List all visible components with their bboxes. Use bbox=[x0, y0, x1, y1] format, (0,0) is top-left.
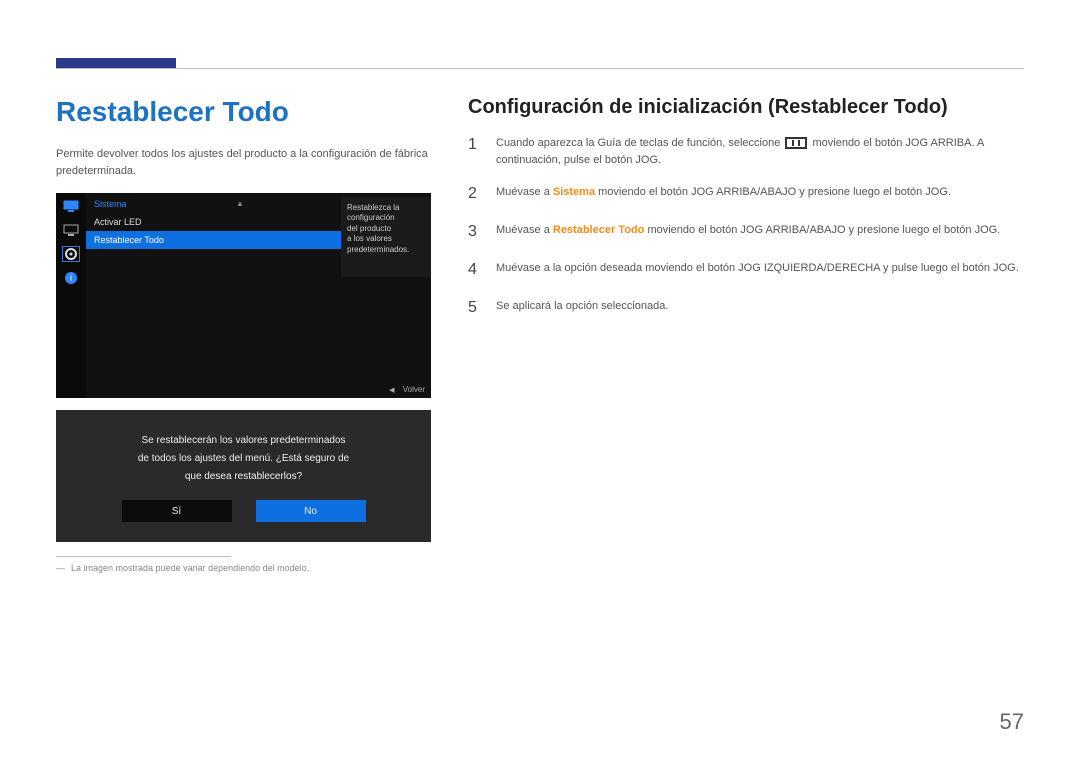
footnote-text: La imagen mostrada puede variar dependie… bbox=[71, 563, 309, 573]
left-column: Restablecer Todo Permite devolver todos … bbox=[56, 96, 436, 573]
footnote-rule bbox=[56, 556, 231, 557]
msg-line: que desea restablecerlos? bbox=[185, 471, 302, 482]
osd-footer: ◀ Volver bbox=[389, 385, 425, 394]
step-text-part: moviendo el botón JOG ARRIBA/ABAJO y pre… bbox=[647, 224, 1000, 236]
step-text-part: Muévase a bbox=[496, 224, 550, 236]
step-text-part: moviendo el botón JOG ARRIBA/ABAJO y pre… bbox=[598, 186, 951, 198]
osd-confirm-buttons: Sí No bbox=[76, 500, 411, 522]
osd-desc-line: Restablezca la bbox=[347, 203, 425, 213]
step-text: Muévase a la opción deseada moviendo el … bbox=[496, 258, 1024, 282]
osd-back-label: Volver bbox=[403, 385, 425, 394]
steps-list: 1 Cuando aparezca la Guía de teclas de f… bbox=[468, 133, 1024, 320]
step-3: 3 Muévase a Restablecer Todo moviendo el… bbox=[468, 220, 1024, 244]
step-text-part: Muévase a bbox=[496, 186, 550, 198]
step-4: 4 Muévase a la opción deseada moviendo e… bbox=[468, 258, 1024, 282]
two-column-layout: Restablecer Todo Permite devolver todos … bbox=[56, 96, 1024, 573]
footnote-dash: ― bbox=[56, 563, 65, 573]
step-number: 2 bbox=[468, 182, 482, 206]
osd-description-panel: Restablezca la configuración del product… bbox=[341, 197, 431, 277]
osd-sidebar: i bbox=[56, 193, 86, 398]
gear-icon bbox=[63, 247, 79, 261]
header-rule bbox=[56, 68, 1024, 69]
right-column: Configuración de inicialización (Restabl… bbox=[468, 96, 1024, 573]
step-text: Se aplicará la opción seleccionada. bbox=[496, 296, 1024, 320]
section-heading: Restablecer Todo bbox=[56, 96, 436, 128]
osd-confirm-dialog: Se restablecerán los valores predetermin… bbox=[56, 410, 431, 542]
step-number: 5 bbox=[468, 296, 482, 320]
msg-line: de todos los ajustes del menú. ¿Está seg… bbox=[138, 453, 349, 464]
header-accent-bar bbox=[56, 58, 176, 68]
step-2: 2 Muévase a Sistema moviendo el botón JO… bbox=[468, 182, 1024, 206]
info-icon: i bbox=[63, 271, 79, 285]
step-text: Muévase a Restablecer Todo moviendo el b… bbox=[496, 220, 1024, 244]
osd-row-label: Activar LED bbox=[94, 217, 358, 227]
osd-menu-screenshot: i ▲ Sistema Activar LED Modo de espera R… bbox=[56, 193, 431, 398]
back-arrow-icon: ◀ bbox=[389, 387, 394, 394]
msg-line: Se restablecerán los valores predetermin… bbox=[142, 435, 346, 446]
scroll-up-icon: ▲ bbox=[236, 199, 244, 208]
step-text: Muévase a Sistema moviendo el botón JOG … bbox=[496, 182, 1024, 206]
osd-confirm-message: Se restablecerán los valores predetermin… bbox=[76, 432, 411, 486]
svg-text:i: i bbox=[70, 273, 72, 283]
osd-main-panel: ▲ Sistema Activar LED Modo de espera Res… bbox=[86, 193, 431, 398]
monitor-icon bbox=[63, 199, 79, 213]
intro-paragraph: Permite devolver todos los ajustes del p… bbox=[56, 146, 436, 179]
footnote: ― La imagen mostrada puede variar dependi… bbox=[56, 563, 436, 573]
step-number: 3 bbox=[468, 220, 482, 244]
keyword-restablecer-todo: Restablecer Todo bbox=[553, 224, 645, 236]
subsection-heading: Configuración de inicialización (Restabl… bbox=[468, 96, 1024, 119]
page-number: 57 bbox=[1000, 709, 1024, 735]
osd-desc-line: configuración bbox=[347, 213, 425, 223]
step-1: 1 Cuando aparezca la Guía de teclas de f… bbox=[468, 133, 1024, 168]
manual-page: Restablecer Todo Permite devolver todos … bbox=[0, 0, 1080, 763]
step-text-part: Cuando aparezca la Guía de teclas de fun… bbox=[496, 137, 780, 149]
step-5: 5 Se aplicará la opción seleccionada. bbox=[468, 296, 1024, 320]
osd-desc-line: a los valores bbox=[347, 234, 425, 244]
menu-button-icon bbox=[785, 137, 807, 149]
osd-yes-button: Sí bbox=[122, 500, 232, 522]
step-number: 4 bbox=[468, 258, 482, 282]
osd-no-button: No bbox=[256, 500, 366, 522]
step-text: Cuando aparezca la Guía de teclas de fun… bbox=[496, 133, 1024, 168]
picture-icon bbox=[63, 223, 79, 237]
osd-desc-line: predeterminados. bbox=[347, 245, 425, 255]
step-number: 1 bbox=[468, 133, 482, 168]
osd-desc-line: del producto bbox=[347, 224, 425, 234]
keyword-sistema: Sistema bbox=[553, 186, 595, 198]
